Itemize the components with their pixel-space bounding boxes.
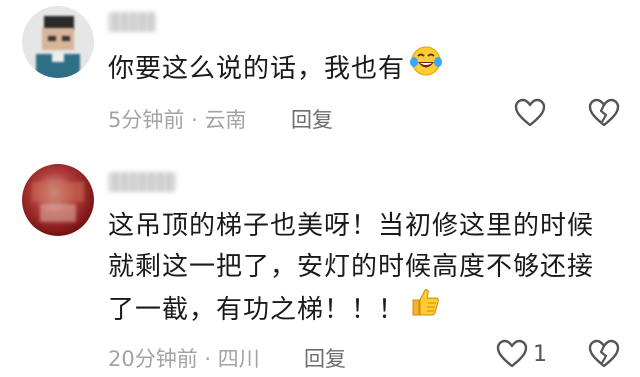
- comment-text: 这吊顶的梯子也美呀！当初修这里的时候 就剩这一把了，安灯的时候高度不够还接 了一…: [108, 206, 594, 333]
- comment-location: 四川: [217, 347, 260, 371]
- comment-item: 这吊顶的梯子也美呀！当初修这里的时候 就剩这一把了，安灯的时候高度不够还接 了一…: [0, 150, 640, 377]
- avatar[interactable]: [22, 164, 94, 236]
- like-count: 1: [533, 342, 547, 367]
- comment-text-line: 这吊顶的梯子也美呀！当初修这里的时候: [108, 211, 595, 241]
- broken-heart-outline-icon[interactable]: [588, 98, 620, 132]
- comment-text-line: 你要这么说的话，我也有: [108, 54, 406, 84]
- heart-outline-icon[interactable]: [514, 98, 546, 132]
- meta-separator: ·: [191, 108, 198, 132]
- heart-outline-icon[interactable]: [496, 339, 528, 373]
- comment-meta: 20分钟前 · 四川: [108, 343, 260, 373]
- comment-text-line: 了一截，有功之梯！！！: [108, 295, 406, 325]
- broken-heart-outline-icon[interactable]: [588, 339, 620, 373]
- username[interactable]: [108, 12, 156, 32]
- comment-item: 你要这么说的话，我也有 5分钟前 · 云南 回复: [0, 0, 640, 150]
- thumbs-up-emoji-icon: [409, 286, 441, 331]
- meta-separator: ·: [204, 347, 212, 371]
- avatar[interactable]: [22, 6, 94, 78]
- comment-meta: 5分钟前 · 云南: [108, 104, 246, 134]
- reply-button[interactable]: 回复: [304, 343, 346, 373]
- reply-button[interactable]: 回复: [291, 104, 333, 134]
- laughing-crying-emoji-icon: [409, 45, 443, 90]
- username[interactable]: [108, 172, 176, 192]
- comment-location: 云南: [204, 108, 247, 132]
- comment-time: 20分钟前: [108, 347, 198, 371]
- comment-text: 你要这么说的话，我也有: [108, 45, 443, 92]
- comment-text-line: 就剩这一把了，安灯的时候高度不够还接: [108, 252, 595, 282]
- comment-time: 5分钟前: [108, 108, 185, 132]
